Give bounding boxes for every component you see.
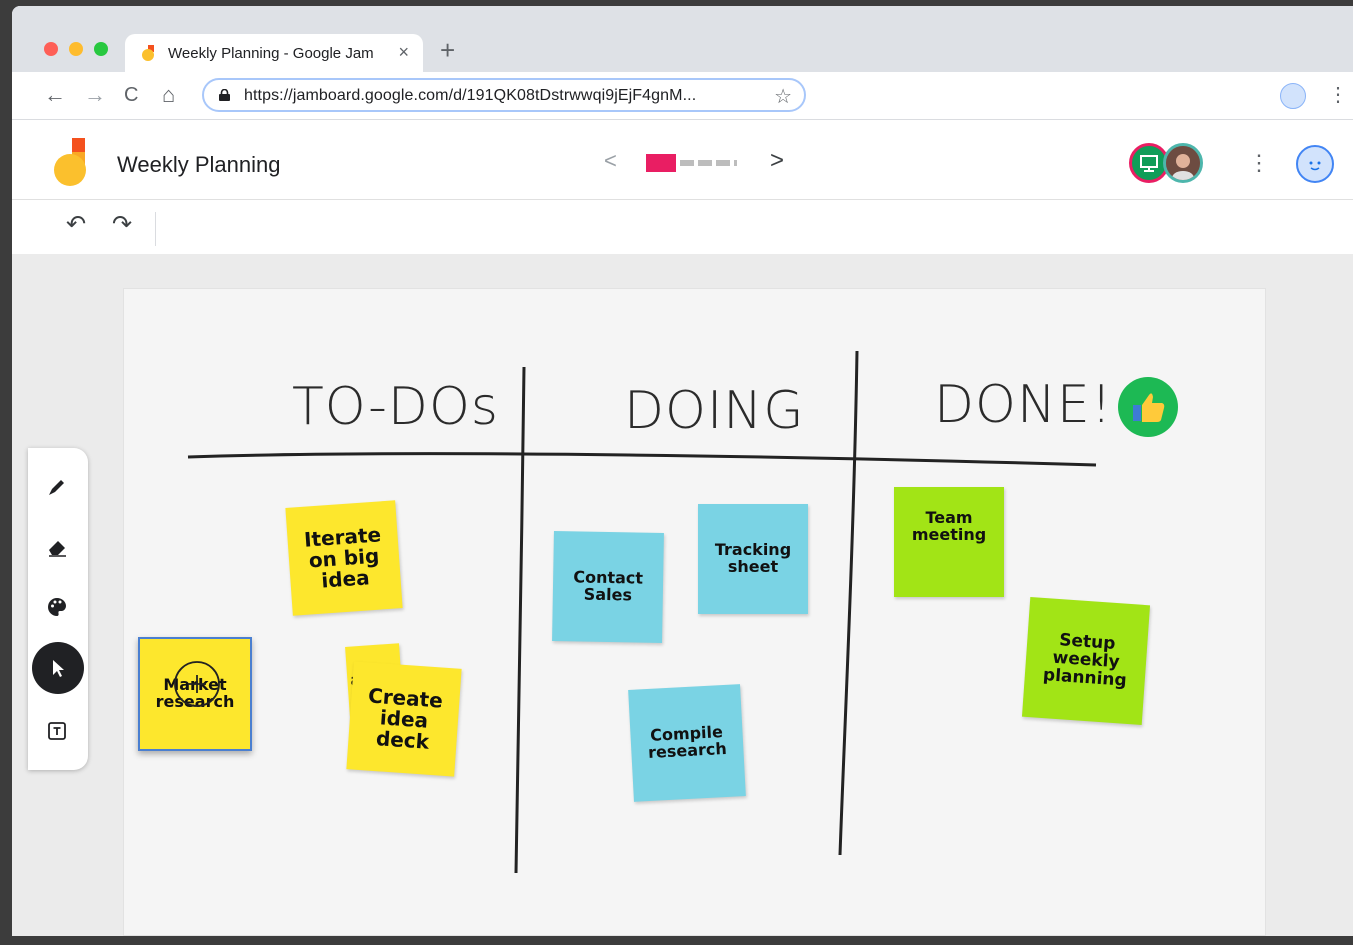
frame-thumb[interactable] [698,160,712,166]
edit-toolbar: ↶ ↷ [12,200,1353,254]
pen-tool-button[interactable] [40,470,74,504]
next-frame-button[interactable]: > [770,147,784,175]
frame-thumb[interactable] [734,160,737,166]
sticky-note[interactable]: Create idea deck [346,661,462,777]
browser-profile-avatar[interactable] [1280,83,1306,109]
move-cursor-icon [174,661,220,707]
column-heading-done[interactable]: DONE! [934,375,1113,435]
sticky-note[interactable]: Iterate on big idea [285,500,403,616]
eraser-tool-button[interactable] [40,530,74,564]
tab-strip: Weekly Planning - Google Jam × + [12,6,1353,72]
present-screen-icon [1140,155,1158,172]
text-box-icon [48,722,66,740]
redo-icon[interactable]: ↷ [112,210,132,239]
more-options-icon[interactable]: ⋮ [1248,151,1270,175]
sticky-note[interactable]: Team meeting [894,487,1004,597]
app-header: Weekly Planning < > ⋮ [12,120,1353,200]
jam-title[interactable]: Weekly Planning [117,152,280,178]
canvas-area: TO-DOs DOING DONE! Iterate on big idea a… [12,254,1353,936]
tool-panel [28,448,88,770]
maximize-window-button[interactable] [94,42,108,56]
tab-close-icon[interactable]: × [398,42,409,62]
thumbs-up-icon[interactable] [1118,377,1178,437]
browser-window: Weekly Planning - Google Jam × + ← → C ⌂… [12,6,1353,936]
jamboard-favicon-icon [142,45,154,61]
new-tab-button[interactable]: + [440,36,455,64]
sticky-note[interactable]: Tracking sheet [698,504,808,614]
palette-icon [48,598,67,616]
browser-toolbar: ← → C ⌂ https://jamboard.google.com/d/19… [12,72,1353,120]
back-icon[interactable]: ← [44,82,66,108]
frame-thumb[interactable] [680,160,694,166]
eraser-icon [49,541,66,557]
pen-icon [49,480,64,495]
jamboard-logo-icon [54,138,86,186]
minimize-window-button[interactable] [69,42,83,56]
home-icon[interactable]: ⌂ [162,82,175,108]
forward-icon[interactable]: → [84,82,106,108]
column-heading-todos[interactable]: TO-DOs [292,377,499,437]
previous-frame-button[interactable]: < [604,148,617,174]
bookmark-star-icon[interactable]: ☆ [774,84,792,109]
select-icon [53,660,64,677]
column-heading-doing[interactable]: DOING [624,381,805,441]
background-tool-button[interactable] [40,590,74,624]
close-window-button[interactable] [44,42,58,56]
sticky-note[interactable]: Setup weekly planning [1021,596,1151,726]
url-text: https://jamboard.google.com/d/191QK08tDs… [244,87,697,104]
toolbar-divider [155,212,156,246]
text-box-tool-button[interactable] [40,714,74,748]
tab-title: Weekly Planning - Google Jam [168,45,374,62]
frame-thumb[interactable] [716,160,730,166]
lock-icon [219,89,230,101]
account-avatar[interactable] [1296,145,1334,183]
select-tool-button[interactable] [32,642,84,694]
collaborator-avatar[interactable] [1163,143,1203,183]
face-icon [1309,161,1321,171]
sticky-note[interactable]: Contact Sales [552,531,664,643]
user-photo-icon [1166,146,1200,180]
reload-icon[interactable]: C [124,82,138,108]
frame-thumb-active[interactable] [646,154,676,172]
browser-menu-icon[interactable]: ⋮ [1328,82,1348,108]
undo-icon[interactable]: ↶ [66,210,86,239]
jam-board-frame[interactable]: TO-DOs DOING DONE! Iterate on big idea a… [123,288,1266,936]
sticky-note[interactable]: Compile research [628,684,746,802]
browser-tab[interactable]: Weekly Planning - Google Jam × [125,34,423,72]
address-bar[interactable]: https://jamboard.google.com/d/191QK08tDs… [202,78,806,112]
